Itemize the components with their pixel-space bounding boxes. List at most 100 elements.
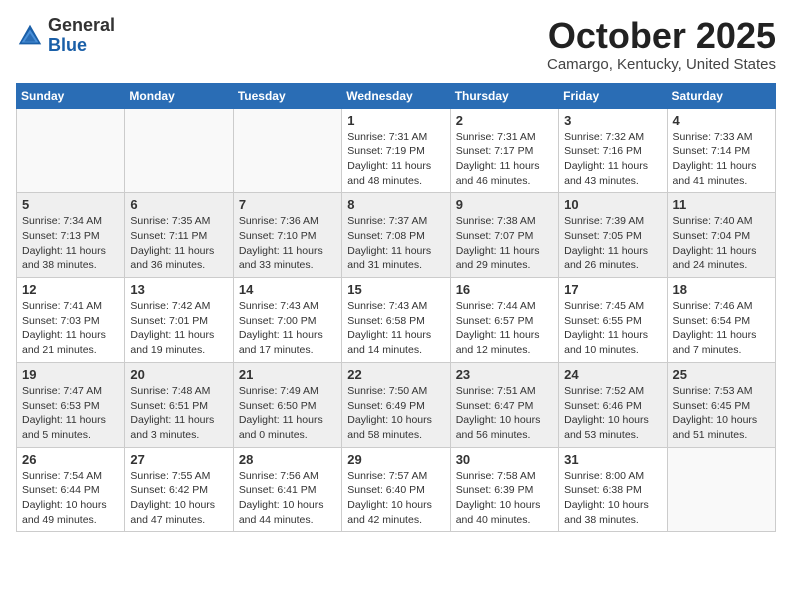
day-info: Sunrise: 7:44 AMSunset: 6:57 PMDaylight:… (456, 299, 553, 358)
calendar-cell: 23 Sunrise: 7:51 AMSunset: 6:47 PMDayligh… (450, 362, 558, 447)
month-title: October 2025 (547, 16, 776, 56)
calendar-week-row: 26Sunrise: 7:54 AMSunset: 6:44 PMDayligh… (17, 447, 776, 532)
calendar-cell: 7Sunrise: 7:36 AMSunset: 7:10 PMDaylight… (233, 193, 341, 278)
day-info: Sunrise: 7:37 AMSunset: 7:08 PMDaylight:… (347, 214, 444, 273)
calendar-cell (125, 108, 233, 193)
calendar-cell: 4Sunrise: 7:33 AMSunset: 7:14 PMDaylight… (667, 108, 775, 193)
day-number: 2 (456, 113, 553, 128)
day-info: Sunrise: 7:58 AMSunset: 6:39 PMDaylight:… (456, 469, 553, 528)
calendar-cell: 5 Sunrise: 7:34 AMSunset: 7:13 PMDaylight… (17, 193, 125, 278)
calendar-cell: 15Sunrise: 7:43 AMSunset: 6:58 PMDayligh… (342, 278, 450, 363)
page-container: General Blue October 2025 Camargo, Kentu… (0, 0, 792, 540)
calendar-cell: 9 Sunrise: 7:38 AMSunset: 7:07 PMDaylight… (450, 193, 558, 278)
day-number: 12 (22, 282, 119, 297)
col-saturday: Saturday (667, 83, 775, 108)
day-number: 9 (456, 197, 553, 212)
calendar-cell: 2 Sunrise: 7:31 AMSunset: 7:17 PMDaylight… (450, 108, 558, 193)
day-info: Sunrise: 7:50 AMSunset: 6:49 PMDaylight:… (347, 384, 444, 443)
calendar-cell (667, 447, 775, 532)
col-wednesday: Wednesday (342, 83, 450, 108)
day-number: 26 (22, 452, 119, 467)
day-info: Sunrise: 7:42 AMSunset: 7:01 PMDaylight:… (130, 299, 227, 358)
calendar-cell: 26Sunrise: 7:54 AMSunset: 6:44 PMDayligh… (17, 447, 125, 532)
day-number: 5 (22, 197, 119, 212)
day-number: 6 (130, 197, 227, 212)
calendar-cell: 30Sunrise: 7:58 AMSunset: 6:39 PMDayligh… (450, 447, 558, 532)
day-info: Sunrise: 7:49 AMSunset: 6:50 PMDaylight:… (239, 384, 336, 443)
day-number: 23 (456, 367, 553, 382)
day-info: Sunrise: 7:56 AMSunset: 6:41 PMDaylight:… (239, 469, 336, 528)
day-info: Sunrise: 7:52 AMSunset: 6:46 PMDaylight:… (564, 384, 661, 443)
logo-blue-text: Blue (48, 36, 115, 56)
day-info: Sunrise: 7:31 AMSunset: 7:17 PMDaylight:… (456, 130, 553, 189)
day-info: Sunrise: 7:51 AMSunset: 6:47 PMDaylight:… (456, 384, 553, 443)
day-number: 29 (347, 452, 444, 467)
day-info: Sunrise: 7:39 AMSunset: 7:05 PMDaylight:… (564, 214, 661, 273)
day-number: 16 (456, 282, 553, 297)
day-number: 10 (564, 197, 661, 212)
day-number: 22 (347, 367, 444, 382)
day-info: Sunrise: 7:47 AMSunset: 6:53 PMDaylight:… (22, 384, 119, 443)
day-info: Sunrise: 7:31 AMSunset: 7:19 PMDaylight:… (347, 130, 444, 189)
day-info: Sunrise: 7:40 AMSunset: 7:04 PMDaylight:… (673, 214, 770, 273)
day-info: Sunrise: 7:34 AMSunset: 7:13 PMDaylight:… (22, 214, 119, 273)
day-info: Sunrise: 7:41 AMSunset: 7:03 PMDaylight:… (22, 299, 119, 358)
calendar-header-row: Sunday Monday Tuesday Wednesday Thursday… (17, 83, 776, 108)
calendar-cell: 19 Sunrise: 7:47 AMSunset: 6:53 PMDayligh… (17, 362, 125, 447)
col-tuesday: Tuesday (233, 83, 341, 108)
calendar-cell: 10 Sunrise: 7:39 AMSunset: 7:05 PMDayligh… (559, 193, 667, 278)
logo: General Blue (16, 16, 115, 56)
day-info: Sunrise: 7:57 AMSunset: 6:40 PMDaylight:… (347, 469, 444, 528)
calendar-cell: 6 Sunrise: 7:35 AMSunset: 7:11 PMDaylight… (125, 193, 233, 278)
title-section: October 2025 Camargo, Kentucky, United S… (547, 16, 776, 73)
day-number: 8 (347, 197, 444, 212)
day-info: Sunrise: 8:00 AMSunset: 6:38 PMDaylight:… (564, 469, 661, 528)
day-number: 7 (239, 197, 336, 212)
calendar-cell: 20Sunrise: 7:48 AMSunset: 6:51 PMDayligh… (125, 362, 233, 447)
calendar-cell: 25Sunrise: 7:53 AMSunset: 6:45 PMDayligh… (667, 362, 775, 447)
day-number: 24 (564, 367, 661, 382)
day-info: Sunrise: 7:35 AMSunset: 7:11 PMDaylight:… (130, 214, 227, 273)
calendar-cell: 28Sunrise: 7:56 AMSunset: 6:41 PMDayligh… (233, 447, 341, 532)
calendar-cell: 29 Sunrise: 7:57 AMSunset: 6:40 PMDayligh… (342, 447, 450, 532)
col-thursday: Thursday (450, 83, 558, 108)
location-text: Camargo, Kentucky, United States (547, 56, 776, 73)
calendar-cell: 11 Sunrise: 7:40 AMSunset: 7:04 PMDayligh… (667, 193, 775, 278)
day-info: Sunrise: 7:38 AMSunset: 7:07 PMDaylight:… (456, 214, 553, 273)
calendar-cell: 1 Sunrise: 7:31 AMSunset: 7:19 PMDaylight… (342, 108, 450, 193)
logo-general-text: General (48, 16, 115, 36)
calendar-week-row: 5 Sunrise: 7:34 AMSunset: 7:13 PMDaylight… (17, 193, 776, 278)
page-header: General Blue October 2025 Camargo, Kentu… (16, 16, 776, 73)
calendar-cell: 24 Sunrise: 7:52 AMSunset: 6:46 PMDayligh… (559, 362, 667, 447)
col-sunday: Sunday (17, 83, 125, 108)
calendar-cell: 14 Sunrise: 7:43 AMSunset: 7:00 PMDayligh… (233, 278, 341, 363)
calendar-cell: 31 Sunrise: 8:00 AMSunset: 6:38 PMDayligh… (559, 447, 667, 532)
calendar-cell: 13 Sunrise: 7:42 AMSunset: 7:01 PMDayligh… (125, 278, 233, 363)
calendar-cell (17, 108, 125, 193)
col-friday: Friday (559, 83, 667, 108)
day-number: 17 (564, 282, 661, 297)
calendar-cell: 17Sunrise: 7:45 AMSunset: 6:55 PMDayligh… (559, 278, 667, 363)
calendar-week-row: 1 Sunrise: 7:31 AMSunset: 7:19 PMDaylight… (17, 108, 776, 193)
day-number: 19 (22, 367, 119, 382)
day-info: Sunrise: 7:43 AMSunset: 6:58 PMDaylight:… (347, 299, 444, 358)
day-info: Sunrise: 7:55 AMSunset: 6:42 PMDaylight:… (130, 469, 227, 528)
logo-text: General Blue (48, 16, 115, 56)
day-number: 20 (130, 367, 227, 382)
calendar-cell: 21 Sunrise: 7:49 AMSunset: 6:50 PMDayligh… (233, 362, 341, 447)
day-number: 11 (673, 197, 770, 212)
day-number: 4 (673, 113, 770, 128)
day-info: Sunrise: 7:43 AMSunset: 7:00 PMDaylight:… (239, 299, 336, 358)
day-number: 27 (130, 452, 227, 467)
col-monday: Monday (125, 83, 233, 108)
logo-icon (16, 22, 44, 50)
day-number: 21 (239, 367, 336, 382)
calendar-table: Sunday Monday Tuesday Wednesday Thursday… (16, 83, 776, 533)
day-number: 13 (130, 282, 227, 297)
day-number: 31 (564, 452, 661, 467)
calendar-cell: 22 Sunrise: 7:50 AMSunset: 6:49 PMDayligh… (342, 362, 450, 447)
day-info: Sunrise: 7:32 AMSunset: 7:16 PMDaylight:… (564, 130, 661, 189)
day-number: 1 (347, 113, 444, 128)
calendar-cell: 16 Sunrise: 7:44 AMSunset: 6:57 PMDayligh… (450, 278, 558, 363)
day-number: 14 (239, 282, 336, 297)
